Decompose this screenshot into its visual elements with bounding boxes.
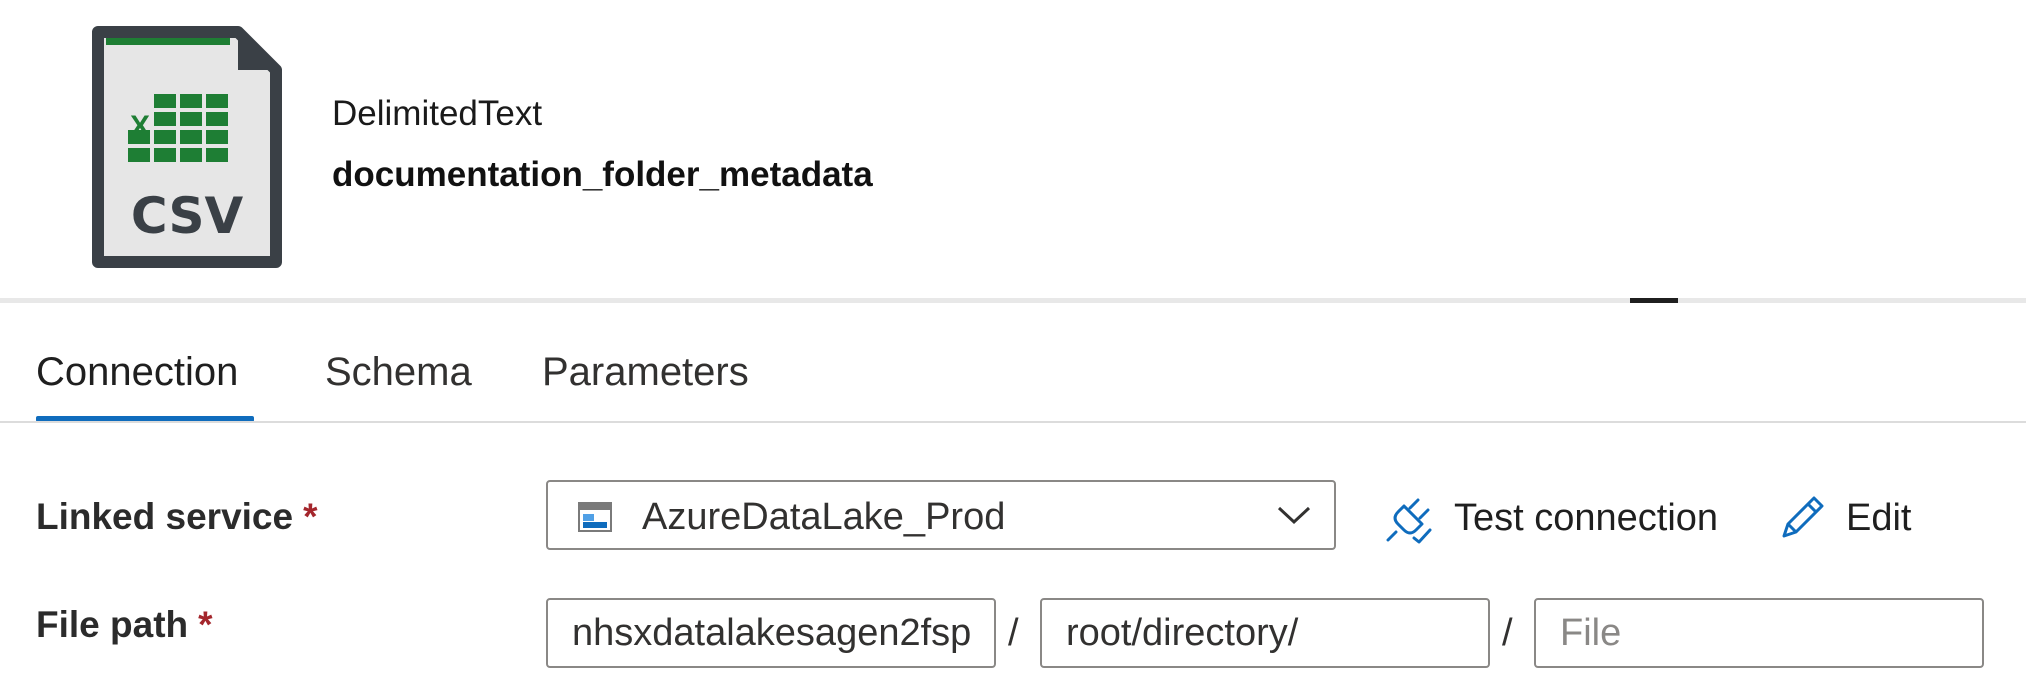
tab-bar: Connection Schema Parameters: [0, 330, 2026, 424]
data-lake-storage-icon: [578, 502, 612, 532]
file-path-label-text: File path: [36, 604, 189, 645]
tab-parameters[interactable]: Parameters: [542, 350, 749, 395]
container-input[interactable]: [548, 600, 994, 666]
csv-file-icon: X CSV: [92, 26, 282, 268]
linked-service-select[interactable]: AzureDataLake_Prod: [546, 480, 1336, 550]
dataset-type: DelimitedText: [332, 94, 543, 133]
dataset-header: X CSV DelimitedText documentation_folder…: [0, 0, 2026, 300]
file-field[interactable]: [1534, 598, 1984, 668]
tabs-divider: [0, 421, 2026, 423]
header-divider: [0, 298, 2026, 303]
linked-service-label: Linked service *: [36, 496, 318, 538]
required-marker: *: [303, 496, 318, 537]
linked-service-label-text: Linked service: [36, 496, 294, 537]
file-input[interactable]: [1536, 600, 1982, 666]
test-connection-label: Test connection: [1454, 496, 1719, 539]
edit-button[interactable]: Edit: [1776, 486, 1911, 550]
edit-label: Edit: [1846, 496, 1912, 539]
test-connection-button[interactable]: Test connection: [1384, 486, 1718, 550]
chevron-down-icon: [1277, 506, 1311, 525]
container-field[interactable]: [546, 598, 996, 668]
required-marker: *: [198, 604, 213, 645]
plug-connection-icon: [1386, 498, 1432, 544]
linked-service-value: AzureDataLake_Prod: [642, 496, 1006, 538]
pencil-icon: [1782, 496, 1824, 538]
tab-schema[interactable]: Schema: [325, 350, 472, 395]
file-path-label: File path *: [36, 604, 213, 646]
panel-resize-handle[interactable]: [1630, 298, 1678, 303]
tab-connection[interactable]: Connection: [36, 350, 238, 395]
path-separator: /: [1008, 612, 1019, 654]
dataset-name: documentation_folder_metadata: [332, 155, 873, 194]
csv-icon-label: CSV: [131, 187, 244, 245]
directory-field[interactable]: [1040, 598, 1490, 668]
directory-input[interactable]: [1042, 600, 1488, 666]
path-separator: /: [1502, 612, 1513, 654]
